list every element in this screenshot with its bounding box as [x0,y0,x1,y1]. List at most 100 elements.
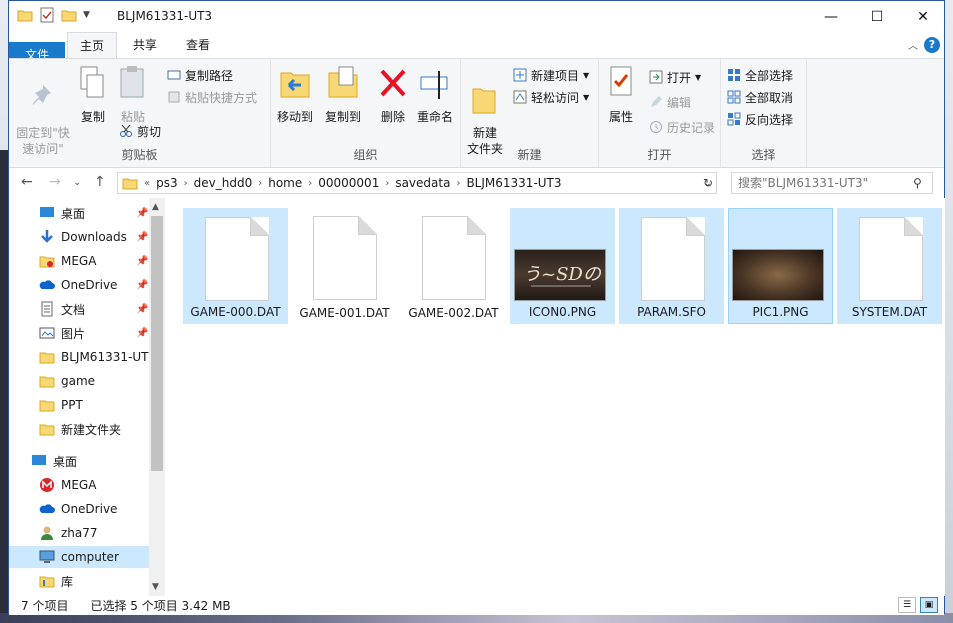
document-icon [857,217,925,301]
up-arrow-icon[interactable]: ↑ [94,174,106,190]
search-input[interactable]: 搜索"BLJM61331-UT3" [731,172,933,194]
nav-item-library[interactable]: 库 [9,570,149,592]
pin-icon[interactable]: 📌 [136,280,148,291]
paste-shortcut-icon [168,91,180,103]
select-all-button[interactable]: 全部选择 [727,65,793,85]
pin-icon[interactable]: 📌 [136,256,148,267]
nav-item-ppt[interactable]: PPT [9,394,149,416]
copy-path-button[interactable]: 复制路径 [167,65,233,85]
properties-button[interactable]: 属性 [603,65,639,125]
large-icons-view-icon[interactable]: ▣ [920,597,938,613]
scroll-down-icon[interactable]: ▼ [152,582,159,592]
details-view-icon[interactable]: ☰ [898,597,916,613]
paste-shortcut-button[interactable]: 粘贴快捷方式 [167,87,257,107]
file-item[interactable]: PARAM.SFO [619,208,724,324]
nav-scrollbar[interactable]: ▲ ▼ [149,198,165,596]
paste-button[interactable]: 粘贴 [115,65,151,125]
nav-item-documents[interactable]: 文档 📌 [9,298,149,320]
recent-dropdown-icon[interactable]: ⌄ [73,177,81,188]
scroll-up-icon[interactable]: ▲ [152,202,159,212]
maximize-button[interactable]: ☐ [854,1,900,32]
nav-item-mega-folder[interactable]: MEGA 📌 [9,250,149,272]
breadcrumb-separator[interactable]: › [385,178,389,189]
breadcrumb-current[interactable]: BLJM61331-UT3 [466,176,561,190]
copy-to-button[interactable]: 复制到 [323,65,363,125]
tab-share[interactable]: 共享 [122,32,168,58]
edit-button[interactable]: 编辑 [649,92,691,112]
open-button[interactable]: 打开 ▼ [649,67,701,87]
scrollbar-thumb[interactable] [151,216,163,471]
copy-icon [80,66,104,98]
copy-to-label: 复制到 [324,110,361,124]
tab-view[interactable]: 查看 [175,32,221,58]
breadcrumb-home[interactable]: home [268,176,302,190]
forward-arrow-icon[interactable]: → [49,174,61,190]
organize-group: 移动到 复制到 删除 重命名 组织 [271,59,461,167]
nav-item-computer[interactable]: computer [9,546,149,568]
pictures-icon [39,327,55,339]
file-item[interactable]: GAME-002.DAT [401,208,506,324]
breadcrumb-savedata[interactable]: savedata [395,176,450,190]
pin-icon[interactable]: 📌 [136,304,148,315]
pin-icon[interactable]: 📌 [136,328,148,339]
new-folder-button[interactable]: 新建 文件夹 [465,65,505,157]
new-item-button[interactable]: 新建项目 ▼ [513,65,589,85]
breadcrumb-separator[interactable]: › [184,178,188,189]
nav-item-mega[interactable]: MEGA [9,474,149,496]
refresh-icon[interactable]: ↻ [703,176,713,190]
cut-button[interactable]: 剪切 [119,121,161,141]
nav-item-bljm61331[interactable]: BLJM61331-UT3 [9,346,149,368]
pin-icon[interactable]: 📌 [136,208,148,219]
file-item[interactable]: SYSTEM.DAT [837,208,942,324]
copy-button[interactable]: 复制 [75,65,111,125]
breadcrumb-dev-hdd0[interactable]: dev_hdd0 [194,176,253,190]
close-button[interactable]: ✕ [900,1,946,32]
qat-dropdown-icon[interactable]: ▼ [83,10,90,20]
move-to-button[interactable]: 移动到 [275,65,315,125]
ribbon-tabs: 文件 主页 共享 查看 ︿ ? [9,32,944,158]
scissors-icon [120,124,132,137]
breadcrumb-separator[interactable]: › [258,178,262,189]
new-folder-icon[interactable] [61,7,77,23]
nav-item-onedrive[interactable]: OneDrive 📌 [9,274,149,296]
nav-item-onedrive-root[interactable]: OneDrive [9,498,149,520]
breadcrumb-00000001[interactable]: 00000001 [318,176,379,190]
easy-access-button[interactable]: 轻松访问 ▼ [513,87,589,107]
nav-item-label: OneDrive [61,502,118,516]
nav-item-label: BLJM61331-UT3 [61,350,149,364]
library-icon [39,576,55,588]
invert-selection-button[interactable]: 反向选择 [727,109,793,129]
collapse-ribbon-icon[interactable]: ︿ [908,37,918,52]
pin-quick-access-button[interactable]: 固定到"快 速访问" [15,65,71,157]
nav-item-desktop[interactable]: 桌面 📌 [9,202,149,224]
rename-button[interactable]: 重命名 [415,65,455,125]
tab-home[interactable]: 主页 [67,32,117,58]
nav-item-pictures[interactable]: 图片 📌 [9,322,149,344]
breadcrumb-ps3[interactable]: ps3 [156,176,178,190]
back-arrow-icon[interactable]: ← [21,174,33,190]
select-none-button[interactable]: 全部取消 [727,87,793,107]
breadcrumb-separator[interactable]: › [456,178,460,189]
file-name: PIC1.PNG [752,305,809,319]
minimize-button[interactable]: — [808,1,854,32]
pin-icon[interactable]: 📌 [136,232,148,243]
delete-button[interactable]: 删除 [375,65,411,125]
properties-icon[interactable] [39,7,55,23]
overflow-chevron[interactable]: « [144,178,150,189]
nav-item-game[interactable]: game [9,370,149,392]
help-icon[interactable]: ? [924,37,940,53]
nav-item-desktop-root[interactable]: 桌面 [9,450,149,472]
nav-item-downloads[interactable]: Downloads 📌 [9,226,149,248]
file-item[interactable]: GAME-001.DAT [292,208,397,324]
status-bar: 7 个项目 已选择 5 个项目 3.42 MB ☰ ▣ [9,596,944,615]
address-bar[interactable]: « ps3 › dev_hdd0 › home › 00000001 › savedat… [117,172,717,194]
nav-item-new-folder[interactable]: 新建文件夹 [9,418,149,440]
nav-item-user[interactable]: zha77 [9,522,149,544]
folder-icon[interactable] [17,7,33,23]
history-button[interactable]: 历史记录 [649,117,715,137]
breadcrumb-separator[interactable]: › [308,178,312,189]
file-item[interactable]: GAME-000.DAT [183,208,288,324]
file-item[interactable]: う~SDの ICON0.PNG [510,208,615,324]
file-name: ICON0.PNG [528,305,597,319]
file-item[interactable]: PIC1.PNG [728,208,833,324]
